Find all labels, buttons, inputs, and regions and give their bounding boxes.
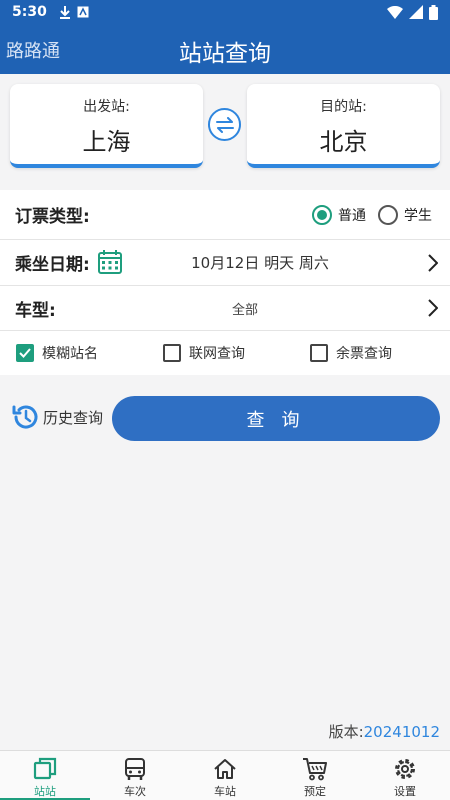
nav-label: 预定 (304, 785, 326, 798)
query-button[interactable]: 查 询 (112, 396, 440, 441)
history-query-button[interactable]: 历史查询 (11, 402, 103, 432)
to-station-card[interactable]: 目的站: 北京 (247, 84, 440, 168)
ticket-type-label: 订票类型: (15, 207, 90, 227)
swap-stations-button[interactable] (208, 108, 241, 141)
home-icon (214, 759, 236, 779)
cart-icon (303, 758, 327, 781)
nav-label: 站站 (34, 785, 56, 798)
to-station-value: 北京 (319, 128, 368, 156)
train-type-row[interactable]: 车型: 全部 (0, 286, 450, 331)
online-query-checkbox[interactable]: 联网查询 (163, 343, 245, 363)
chevron-right-icon (428, 299, 438, 317)
nav-item-booking[interactable]: 预定 (270, 751, 360, 800)
nav-label: 车站 (214, 785, 236, 798)
wifi-icon (387, 5, 403, 19)
nav-item-station-to-station[interactable]: 站站 (0, 751, 90, 800)
date-label: 乘坐日期: (15, 255, 90, 275)
radio-unchecked-icon (378, 204, 398, 225)
from-station-card[interactable]: 出发站: 上海 (10, 84, 203, 168)
version-label: 版本: (328, 723, 364, 741)
calendar-icon[interactable] (98, 250, 122, 274)
download-icon (59, 6, 70, 19)
online-query-label: 联网查询 (189, 346, 245, 362)
nav-label: 车次 (124, 785, 146, 798)
date-value: 10月12日 明天 周六 (191, 254, 329, 272)
fuzzy-station-checkbox[interactable]: 模糊站名 (16, 343, 98, 363)
train-type-label: 车型: (15, 300, 56, 321)
swap-icon (215, 116, 234, 133)
from-station-value: 上海 (82, 128, 131, 156)
signal-icon (409, 5, 423, 19)
nav-label: 设置 (394, 785, 416, 798)
nav-item-settings[interactable]: 设置 (360, 751, 450, 800)
history-query-label: 历史查询 (43, 408, 104, 427)
version-info: 版本:20241012 (329, 721, 440, 742)
nav-item-station[interactable]: 车站 (180, 751, 270, 800)
bus-icon (125, 758, 145, 780)
train-type-value: 全部 (231, 302, 258, 318)
history-icon (12, 405, 38, 429)
app-bar: 路路通 站站查询 (0, 24, 450, 74)
checkbox-unchecked-icon (163, 344, 181, 362)
app-notification-icon (77, 6, 89, 18)
options-row: 模糊站名 联网查询 余票查询 (0, 331, 450, 375)
query-form: 订票类型: 普通 学生 乘坐日期: 10月12日 明天 周六 车型: 全部 模糊… (0, 190, 450, 375)
radio-student-label: 学生 (404, 207, 432, 224)
version-number: 20241012 (363, 723, 440, 741)
radio-checked-icon (312, 204, 332, 225)
bottom-nav: 站站 车次 车站 预定 设置 (0, 750, 450, 800)
radio-student[interactable]: 学生 (378, 204, 432, 225)
station-selector: 出发站: 上海 目的站: 北京 (0, 74, 450, 186)
checkbox-unchecked-icon (310, 344, 328, 362)
station-to-station-icon (33, 757, 57, 780)
to-station-label: 目的站: (320, 99, 367, 115)
remaining-tickets-label: 余票查询 (336, 346, 392, 362)
date-row[interactable]: 乘坐日期: 10月12日 明天 周六 (0, 240, 450, 286)
chevron-right-icon (428, 253, 438, 272)
gear-icon (395, 759, 415, 779)
battery-icon (429, 4, 438, 20)
status-bar: 5:30 (0, 0, 450, 24)
ticket-type-radio-group: 普通 学生 (312, 204, 432, 225)
ticket-type-row: 订票类型: 普通 学生 (0, 190, 450, 240)
page-title: 站站查询 (179, 41, 271, 67)
remaining-tickets-checkbox[interactable]: 余票查询 (310, 343, 392, 363)
nav-item-train-number[interactable]: 车次 (90, 751, 180, 800)
from-station-label: 出发站: (83, 99, 130, 115)
fuzzy-station-label: 模糊站名 (42, 346, 98, 362)
status-time: 5:30 (12, 4, 47, 20)
radio-normal[interactable]: 普通 (312, 204, 366, 225)
radio-normal-label: 普通 (338, 207, 366, 224)
checkbox-checked-icon (16, 344, 34, 362)
